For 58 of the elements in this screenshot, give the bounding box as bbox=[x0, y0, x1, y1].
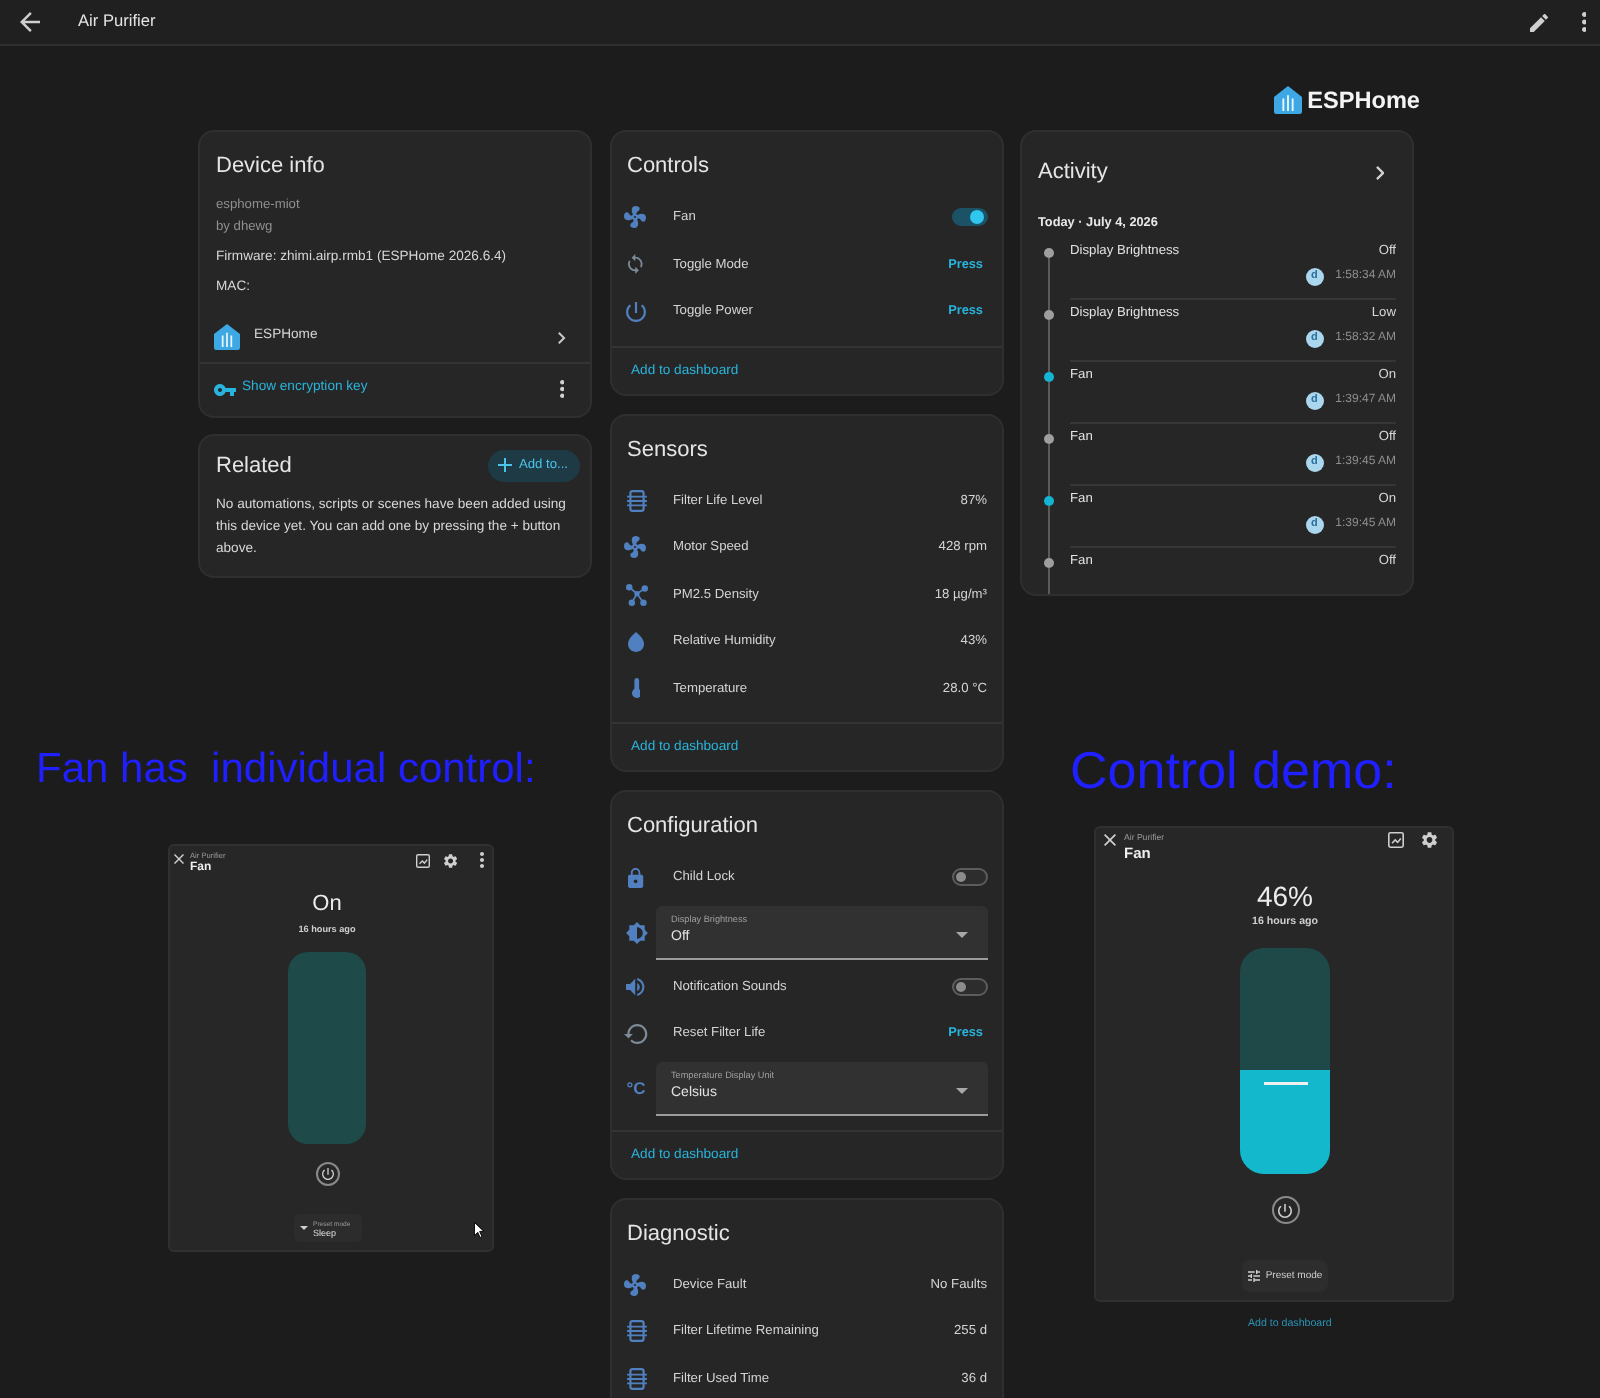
toggle-switch[interactable] bbox=[951, 977, 987, 996]
power-button[interactable] bbox=[315, 1162, 339, 1186]
page-title: Air Purifier bbox=[78, 12, 156, 32]
fan-state: On bbox=[312, 892, 342, 918]
settings-icon[interactable] bbox=[1422, 832, 1438, 848]
chart-icon[interactable] bbox=[416, 853, 431, 867]
toggle-switch[interactable] bbox=[951, 208, 987, 227]
filter-icon bbox=[625, 489, 647, 512]
fan-icon bbox=[624, 536, 648, 559]
card-title: Controls bbox=[627, 152, 709, 180]
house-logo-icon bbox=[214, 324, 240, 350]
plus-icon bbox=[498, 458, 513, 472]
card-title: Device info bbox=[216, 152, 325, 180]
chevron-right-icon[interactable] bbox=[1375, 165, 1384, 179]
caret-icon bbox=[955, 931, 967, 937]
fan-state: 46% bbox=[1256, 880, 1314, 912]
close-icon[interactable] bbox=[1104, 834, 1116, 846]
filter-icon bbox=[625, 1367, 647, 1390]
fan-icon bbox=[624, 206, 648, 229]
card-title: Activity bbox=[1038, 158, 1108, 186]
card-title: Configuration bbox=[627, 812, 758, 840]
back-arrow-icon[interactable] bbox=[20, 12, 40, 32]
water-drop-icon bbox=[628, 631, 644, 652]
tune-icon bbox=[1247, 1270, 1260, 1282]
speed-slider[interactable] bbox=[1240, 948, 1330, 1174]
power-button[interactable] bbox=[1271, 1196, 1299, 1224]
caret-icon bbox=[955, 1087, 967, 1093]
toggle-switch[interactable] bbox=[951, 868, 987, 887]
power-icon bbox=[1278, 1203, 1292, 1217]
fan-icon bbox=[624, 1273, 648, 1296]
power-icon bbox=[626, 301, 646, 322]
restore-icon bbox=[624, 1023, 648, 1044]
particles-icon bbox=[625, 583, 647, 606]
thermometer-icon bbox=[631, 678, 641, 699]
annotation-caption: Control demo: bbox=[1070, 740, 1397, 800]
speaker-icon bbox=[626, 977, 646, 996]
pencil-icon[interactable] bbox=[1529, 13, 1547, 31]
card-title: Diagnostic bbox=[627, 1219, 730, 1247]
kebab-menu-icon[interactable] bbox=[1581, 12, 1586, 32]
key-icon bbox=[214, 383, 236, 395]
sync-icon bbox=[628, 254, 644, 275]
lock-icon bbox=[628, 867, 644, 888]
power-icon bbox=[321, 1168, 333, 1180]
annotation-caption: Fan has individual control: bbox=[36, 746, 536, 794]
fan-toggle[interactable] bbox=[288, 952, 366, 1144]
filter-icon bbox=[625, 1320, 647, 1343]
house-logo-icon bbox=[1273, 86, 1302, 114]
chevron-right-icon[interactable] bbox=[558, 331, 566, 343]
brand-name: ESPHome bbox=[1307, 86, 1420, 114]
chart-icon[interactable] bbox=[1387, 832, 1404, 848]
brightness-icon bbox=[625, 921, 647, 943]
caret-icon bbox=[299, 1226, 307, 1230]
celsius-icon: °C bbox=[626, 1077, 646, 1099]
card-title: Sensors bbox=[627, 435, 708, 463]
settings-icon[interactable] bbox=[444, 853, 458, 867]
close-icon[interactable] bbox=[174, 854, 184, 864]
card-title: Related bbox=[216, 451, 292, 479]
kebab-menu-icon[interactable] bbox=[559, 380, 564, 398]
